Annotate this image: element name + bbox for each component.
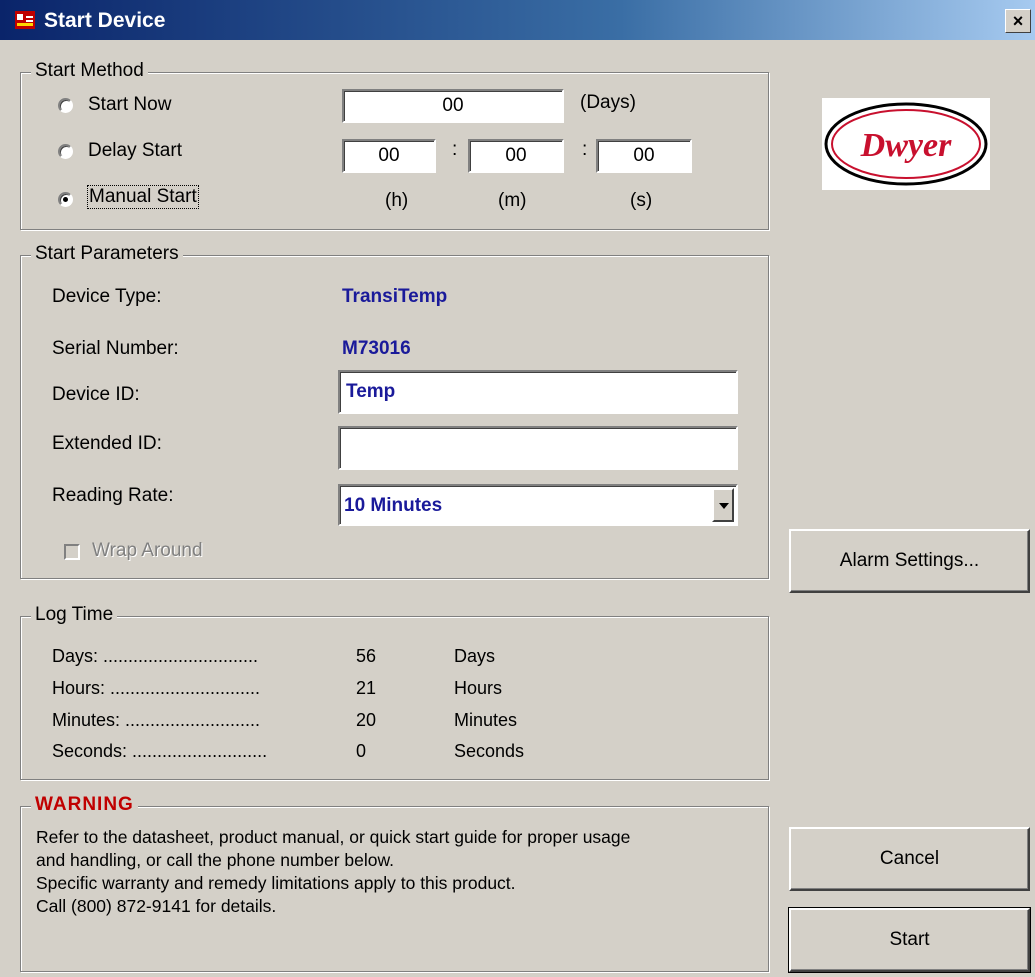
extended-id-label: Extended ID: — [52, 433, 162, 454]
log-hours-value: 21 — [356, 678, 377, 698]
radio-start-now-label[interactable]: Start Now — [88, 94, 171, 116]
serial-number-label: Serial Number: — [52, 338, 179, 359]
radio-start-now[interactable] — [58, 98, 73, 113]
days-input[interactable] — [342, 89, 564, 123]
wrap-around-checkbox[interactable] — [64, 544, 80, 560]
seconds-input[interactable] — [596, 139, 692, 173]
device-type-value: TransiTemp — [342, 286, 448, 307]
log-time-legend: Log Time — [31, 604, 118, 626]
radio-delay-start[interactable] — [58, 144, 73, 159]
warning-line: and handling, or call the phone number b… — [36, 850, 395, 870]
alarm-settings-label: Alarm Settings... — [839, 550, 980, 571]
warning-text: Refer to the datasheet, product manual, … — [36, 826, 764, 918]
log-days-value: 56 — [356, 646, 377, 666]
dwyer-logo-icon: Dwyer — [824, 102, 988, 186]
warning-line: Specific warranty and remedy limitations… — [36, 873, 516, 893]
log-minutes-unit: Minutes — [454, 710, 518, 730]
device-type-label: Device Type: — [52, 286, 162, 307]
log-hours-label: Hours: .............................. — [52, 678, 261, 698]
cancel-button[interactable]: Cancel — [789, 827, 1030, 891]
reading-rate-value: 10 Minutes — [344, 495, 443, 516]
app-icon — [15, 11, 35, 29]
serial-number-value: M73016 — [342, 338, 411, 359]
time-separator-2: : — [582, 139, 588, 160]
start-parameters-legend: Start Parameters — [31, 243, 183, 265]
log-days-unit: Days — [454, 646, 496, 666]
reading-rate-dropdown[interactable]: 10 Minutes — [338, 484, 738, 526]
wrap-around-label: Wrap Around — [92, 540, 203, 561]
warning-line: Refer to the datasheet, product manual, … — [36, 827, 631, 847]
days-unit-label: (Days) — [580, 92, 636, 113]
log-hours-unit: Hours — [454, 678, 503, 698]
cancel-label: Cancel — [879, 848, 940, 869]
log-seconds-unit: Seconds — [454, 741, 525, 761]
time-separator-1: : — [452, 139, 458, 160]
minutes-input[interactable] — [468, 139, 564, 173]
seconds-unit-label: (s) — [630, 190, 653, 211]
extended-id-input[interactable] — [338, 426, 738, 470]
chevron-down-icon[interactable] — [712, 488, 734, 522]
warning-legend: WARNING — [31, 794, 138, 816]
log-seconds-label: Seconds: ........................... — [52, 741, 268, 761]
alarm-settings-button[interactable]: Alarm Settings... — [789, 529, 1030, 593]
reading-rate-label: Reading Rate: — [52, 485, 174, 506]
start-button[interactable]: Start — [788, 907, 1031, 973]
device-id-label: Device ID: — [52, 384, 140, 405]
start-label: Start — [889, 929, 930, 950]
log-minutes-label: Minutes: ........................... — [52, 710, 261, 730]
log-days-label: Days: ............................... — [52, 646, 259, 666]
dwyer-logo: Dwyer — [822, 98, 990, 190]
close-button[interactable]: × — [1005, 9, 1031, 33]
warning-line: Call (800) 872-9141 for details. — [36, 896, 277, 916]
window-title: Start Device — [44, 9, 166, 32]
title-bar: Start Device × — [0, 0, 1035, 40]
radio-manual-start[interactable] — [58, 192, 73, 207]
radio-delay-start-label[interactable]: Delay Start — [88, 140, 182, 162]
log-minutes-value: 20 — [356, 710, 377, 730]
radio-manual-start-label[interactable]: Manual Start — [87, 185, 199, 209]
start-method-legend: Start Method — [31, 60, 148, 82]
hours-input[interactable] — [342, 139, 436, 173]
hours-unit-label: (h) — [385, 190, 409, 211]
log-seconds-value: 0 — [356, 741, 367, 761]
device-id-input[interactable] — [338, 370, 738, 414]
minutes-unit-label: (m) — [498, 190, 527, 211]
close-icon: × — [1012, 11, 1024, 31]
svg-text:Dwyer: Dwyer — [860, 127, 952, 164]
